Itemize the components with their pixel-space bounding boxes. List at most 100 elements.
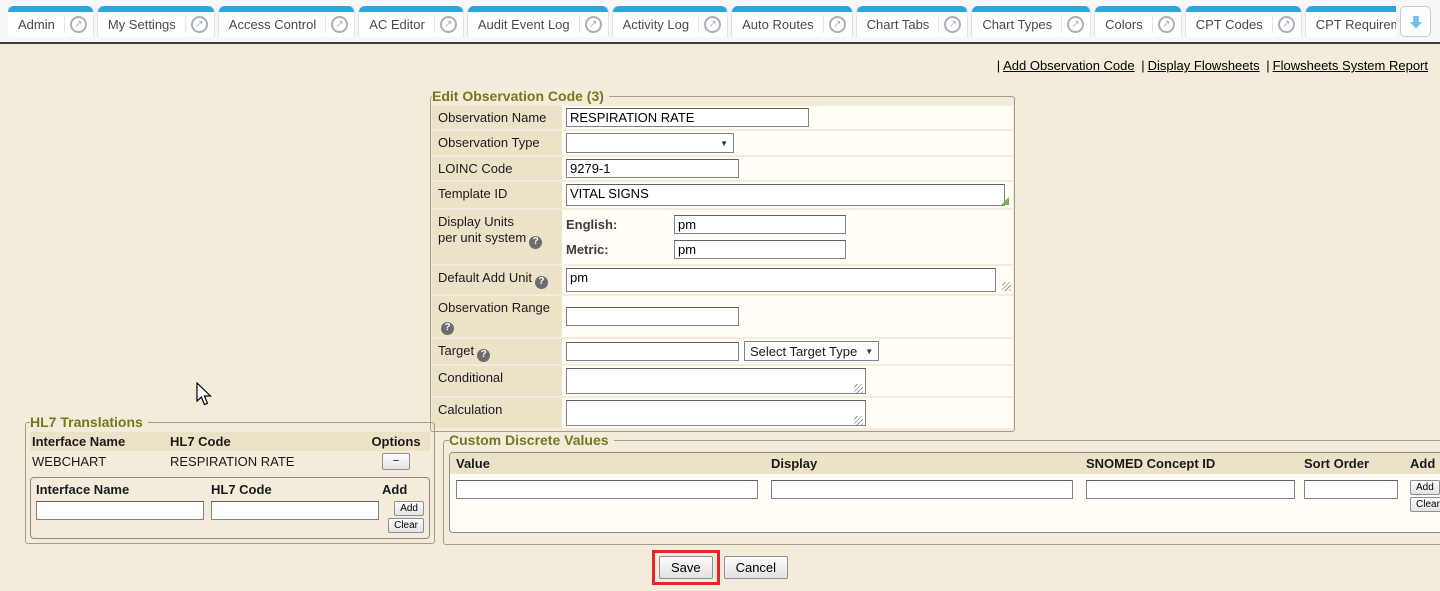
help-icon[interactable]: ? bbox=[477, 349, 490, 362]
observation-type-label: Observation Type bbox=[432, 131, 562, 155]
template-id-textarea[interactable]: VITAL SIGNS bbox=[566, 184, 1005, 206]
english-units-input[interactable] bbox=[674, 215, 846, 234]
resize-handle-icon[interactable] bbox=[1002, 282, 1011, 291]
hl7-interface-name-input[interactable] bbox=[36, 501, 204, 520]
display-units-label: Display Units per unit system? bbox=[432, 210, 562, 264]
hl7-clear-button[interactable]: Clear bbox=[388, 518, 424, 533]
display-flowsheets-link[interactable]: Display Flowsheets bbox=[1148, 58, 1260, 73]
tab-my-settings[interactable]: My Settings↗ bbox=[98, 6, 214, 37]
add-observation-code-link[interactable]: Add Observation Code bbox=[1003, 58, 1135, 73]
observation-name-input[interactable] bbox=[566, 108, 809, 127]
save-highlight-box: Save bbox=[652, 550, 720, 585]
dropdown-arrow-icon: ▼ bbox=[865, 347, 873, 356]
cdv-value-input[interactable] bbox=[456, 480, 758, 499]
loinc-code-input[interactable] bbox=[566, 159, 739, 178]
form-row-calculation: Calculation bbox=[432, 398, 1013, 428]
cancel-button[interactable]: Cancel bbox=[724, 556, 788, 579]
cdv-clear-button[interactable]: Clear bbox=[1410, 497, 1440, 512]
flowsheets-system-report-link[interactable]: Flowsheets System Report bbox=[1273, 58, 1428, 73]
form-row-observation-type: Observation Type ▼ bbox=[432, 131, 1013, 155]
popout-icon[interactable]: ↗ bbox=[1067, 16, 1084, 33]
popout-icon[interactable]: ↗ bbox=[331, 16, 348, 33]
resize-handle-icon[interactable] bbox=[1001, 197, 1009, 205]
hl7-add-button[interactable]: Add bbox=[394, 501, 424, 516]
metric-units-label: Metric: bbox=[566, 242, 674, 257]
tab-label: Chart Tabs bbox=[867, 17, 939, 32]
popout-icon[interactable]: ↗ bbox=[191, 16, 208, 33]
popout-icon[interactable]: ↗ bbox=[440, 16, 457, 33]
tab-activity-log[interactable]: Activity Log↗ bbox=[613, 6, 727, 37]
tab-divider bbox=[1061, 16, 1062, 33]
popout-icon[interactable]: ↗ bbox=[1158, 16, 1175, 33]
default-add-unit-label-text: Default Add Unit bbox=[438, 270, 532, 285]
form-actions: Save Cancel bbox=[0, 550, 1440, 585]
tab-cpt-codes[interactable]: CPT Codes↗ bbox=[1186, 6, 1301, 37]
hl7-row-interface: WEBCHART bbox=[32, 454, 170, 469]
tab-strip: Admin↗ My Settings↗ Access Control ↗ AC E… bbox=[8, 6, 1396, 37]
cdv-add-button[interactable]: Add bbox=[1410, 480, 1440, 495]
conditional-textarea[interactable] bbox=[566, 368, 866, 394]
cdv-snomed-input[interactable] bbox=[1086, 480, 1295, 499]
cdv-header-sort: Sort Order bbox=[1304, 456, 1410, 471]
hl7-translations-panel: HL7 Translations Interface Name HL7 Code… bbox=[25, 414, 435, 544]
resize-handle-icon[interactable] bbox=[854, 384, 863, 393]
popout-icon[interactable]: ↗ bbox=[1278, 16, 1295, 33]
english-units-label: English: bbox=[566, 217, 674, 232]
remove-translation-button[interactable]: − bbox=[382, 453, 410, 470]
calculation-label: Calculation bbox=[432, 398, 562, 428]
template-id-label: Template ID bbox=[432, 182, 562, 208]
cdv-table: Value Display SNOMED Concept ID Sort Ord… bbox=[449, 452, 1440, 533]
target-input[interactable] bbox=[566, 342, 739, 361]
form-row-observation-range: Observation Range? bbox=[432, 296, 1013, 337]
hl7-header-options: Options bbox=[364, 434, 428, 449]
hl7-add-box: Interface Name HL7 Code Add Add Clear bbox=[30, 477, 430, 539]
hl7-add-header-add: Add bbox=[382, 482, 424, 497]
link-separator: | bbox=[1263, 58, 1272, 73]
top-action-links: |Add Observation Code |Display Flowsheet… bbox=[994, 58, 1428, 73]
hl7-table-row: WEBCHART RESPIRATION RATE − bbox=[30, 451, 430, 472]
target-type-select[interactable]: Select Target Type ▼ bbox=[744, 341, 879, 361]
tab-label: Colors bbox=[1105, 17, 1152, 32]
tab-divider bbox=[64, 16, 65, 33]
observation-range-input[interactable] bbox=[566, 307, 739, 326]
resize-handle-icon[interactable] bbox=[854, 416, 863, 425]
help-icon[interactable]: ? bbox=[529, 236, 542, 249]
cdv-display-input[interactable] bbox=[771, 480, 1073, 499]
hl7-header-interface: Interface Name bbox=[32, 434, 170, 449]
tab-divider bbox=[698, 16, 699, 33]
tab-admin[interactable]: Admin↗ bbox=[8, 6, 93, 37]
tab-chart-tabs[interactable]: Chart Tabs ↗ bbox=[857, 6, 968, 37]
observation-type-select[interactable]: ▼ bbox=[566, 133, 734, 153]
display-units-label-line2: per unit system bbox=[438, 230, 526, 245]
tab-cpt-requirements[interactable]: CPT Requirements↗ bbox=[1306, 6, 1396, 37]
cdv-sort-order-input[interactable] bbox=[1304, 480, 1398, 499]
default-add-unit-textarea[interactable]: pm bbox=[566, 268, 996, 292]
popout-icon[interactable]: ↗ bbox=[585, 16, 602, 33]
tab-chart-types[interactable]: Chart Types↗ bbox=[972, 6, 1090, 37]
help-icon[interactable]: ? bbox=[441, 322, 454, 335]
calculation-textarea[interactable] bbox=[566, 400, 866, 426]
tab-colors[interactable]: Colors ↗ bbox=[1095, 6, 1181, 37]
save-button[interactable]: Save bbox=[659, 556, 713, 579]
popout-icon[interactable]: ↗ bbox=[70, 16, 87, 33]
hl7-code-input[interactable] bbox=[211, 501, 379, 520]
tab-label: Access Control bbox=[229, 17, 325, 32]
display-units-label-line1: Display Units bbox=[438, 214, 514, 229]
popout-icon[interactable]: ↗ bbox=[704, 16, 721, 33]
popout-icon[interactable]: ↗ bbox=[944, 16, 961, 33]
help-icon[interactable]: ? bbox=[535, 276, 548, 289]
tab-auto-routes[interactable]: Auto Routes↗ bbox=[732, 6, 852, 37]
tab-audit-event-log[interactable]: Audit Event Log↗ bbox=[468, 6, 608, 37]
target-label: Target? bbox=[432, 339, 562, 364]
tab-overflow-button[interactable] bbox=[1400, 6, 1431, 37]
tab-label: CPT Requirements bbox=[1316, 17, 1396, 32]
form-row-loinc-code: LOINC Code bbox=[432, 157, 1013, 180]
link-separator: | bbox=[1138, 58, 1147, 73]
hl7-add-header-interface: Interface Name bbox=[36, 482, 211, 497]
popout-icon[interactable]: ↗ bbox=[829, 16, 846, 33]
default-add-unit-label: Default Add Unit? bbox=[432, 266, 562, 294]
metric-units-input[interactable] bbox=[674, 240, 846, 259]
cdv-header-value: Value bbox=[456, 456, 771, 471]
tab-access-control[interactable]: Access Control ↗ bbox=[219, 6, 354, 37]
tab-ac-editor[interactable]: AC Editor↗ bbox=[359, 6, 463, 37]
